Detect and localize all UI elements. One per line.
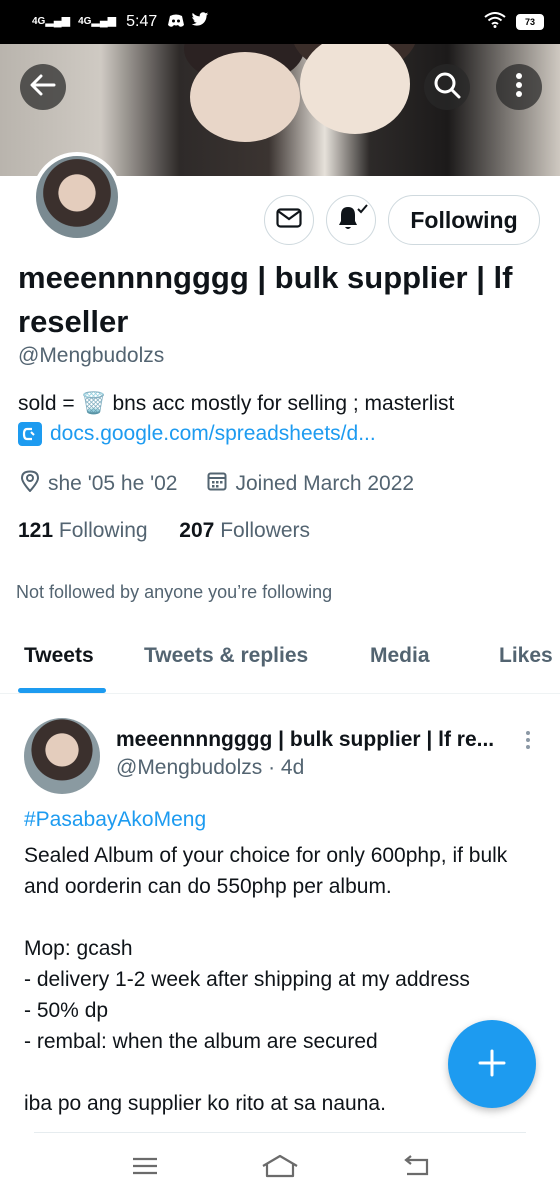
plus-icon <box>477 1039 507 1089</box>
compose-tweet-button[interactable] <box>448 1020 536 1108</box>
followers-count: 207 <box>179 519 215 542</box>
profile-joined-date: Joined March 2022 <box>235 472 415 495</box>
tab-tweets[interactable]: Tweets <box>24 644 94 668</box>
tweet-author-avatar[interactable] <box>24 718 100 794</box>
network-indicator-1: 4G▂▄▆ <box>32 14 71 27</box>
profile-location: she '05 he '02 <box>48 472 178 495</box>
arrow-left-icon <box>30 74 56 101</box>
twitter-icon <box>191 12 209 32</box>
recent-apps-icon[interactable] <box>131 1156 159 1181</box>
more-vertical-icon <box>525 730 531 755</box>
envelope-icon <box>276 207 302 233</box>
tab-media[interactable]: Media <box>370 644 430 668</box>
tweet-divider <box>34 1132 526 1133</box>
location-pin-icon <box>20 470 40 498</box>
battery-indicator: 73 <box>516 14 544 30</box>
link-icon <box>18 422 42 446</box>
following-button[interactable]: Following <box>388 195 540 245</box>
tab-likes[interactable]: Likes <box>499 644 553 668</box>
notifications-button[interactable] <box>326 195 376 245</box>
bell-check-icon <box>334 203 368 238</box>
profile-meta: she '05 he '02 Joined March 2022 <box>20 470 414 498</box>
active-tab-indicator <box>18 688 106 693</box>
tweet-more-button[interactable] <box>520 730 536 750</box>
bio-link[interactable]: docs.google.com/spreadsheets/d... <box>50 422 376 446</box>
network-indicator-2: 4G▂▄▆ <box>78 14 117 27</box>
system-navigation-bar <box>0 1136 560 1200</box>
profile-avatar[interactable] <box>32 152 122 242</box>
profile-display-name: meeennnngggg | bulk supplier | lf resell… <box>18 260 513 339</box>
followers-link[interactable]: 207 Followers <box>179 519 310 542</box>
followed-by-context: Not followed by anyone you’re following <box>16 582 333 602</box>
followers-label: Followers <box>220 519 311 542</box>
tweet-body: Sealed Album of your choice for only 600… <box>24 844 508 1115</box>
back-button[interactable] <box>20 64 66 110</box>
following-link[interactable]: 121 Following <box>18 519 148 542</box>
status-bar: 4G▂▄▆ 4G▂▄▆ 5:47 73 <box>0 0 560 44</box>
tweet-hashtag[interactable]: #PasabayAkoMeng <box>24 808 206 832</box>
profile-handle: @Mengbudolzs <box>18 344 165 367</box>
home-icon[interactable] <box>260 1154 300 1183</box>
more-vertical-icon <box>515 72 523 102</box>
tweet-author-name[interactable]: meeennnngggg | bulk supplier | lf re... <box>116 728 496 752</box>
discord-icon <box>167 14 185 31</box>
search-icon <box>433 71 461 104</box>
wifi-icon <box>484 11 506 33</box>
follow-counts: 121 Following 207 Followers <box>18 519 310 543</box>
profile-bio: sold = 🗑️ bns acc mostly for selling ; m… <box>18 392 455 415</box>
tweet-handle-time: @Mengbudolzs · 4d <box>116 756 305 779</box>
calendar-icon <box>207 471 227 497</box>
back-nav-icon[interactable] <box>401 1154 429 1183</box>
profile-tabs: Tweets Tweets & replies Media Likes <box>0 630 560 694</box>
more-options-button[interactable] <box>496 64 542 110</box>
following-count: 121 <box>18 519 54 542</box>
message-button[interactable] <box>264 195 314 245</box>
search-button[interactable] <box>424 64 470 110</box>
following-label: Following <box>58 519 148 542</box>
profile-bio-link-row: docs.google.com/spreadsheets/d... <box>18 422 376 446</box>
tab-tweets-replies[interactable]: Tweets & replies <box>144 644 308 668</box>
clock: 5:47 <box>126 13 158 30</box>
